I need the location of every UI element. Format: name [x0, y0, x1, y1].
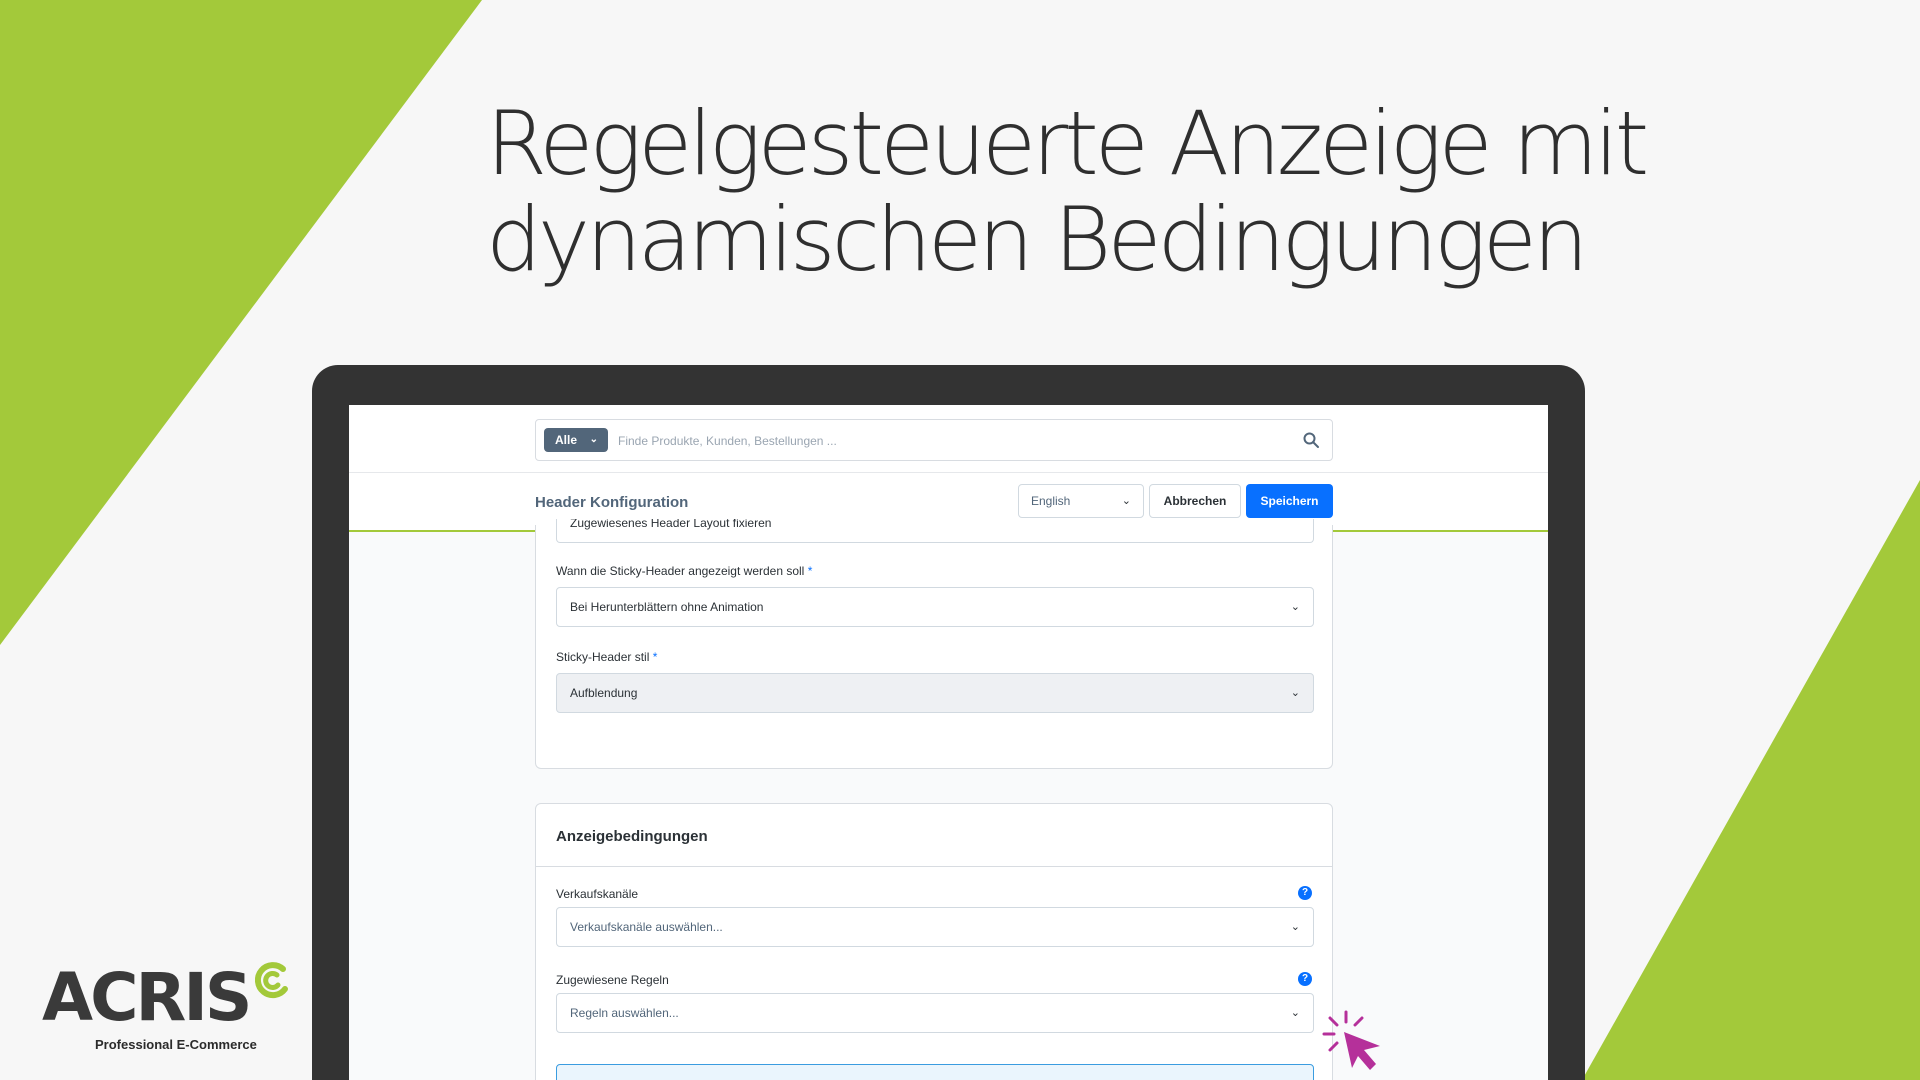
- required-marker: *: [652, 650, 658, 664]
- sticky-when-select[interactable]: Bei Herunterblättern ohne Animation ⌄: [556, 587, 1314, 627]
- green-triangle-right: [1582, 480, 1920, 1080]
- sticky-style-label: Sticky-Header stil *: [556, 650, 657, 664]
- card-header: Anzeigebedingungen: [536, 804, 1332, 867]
- save-button[interactable]: Speichern: [1246, 484, 1333, 518]
- sticky-style-select[interactable]: Aufblendung ⌄: [556, 673, 1314, 713]
- mouse-cursor-icon: [1322, 1010, 1380, 1070]
- top-search-bar: Alle ⌄: [349, 405, 1548, 473]
- sales-channels-select[interactable]: Verkaufskanäle auswählen... ⌄: [556, 907, 1314, 947]
- logo-tagline: Professional E-Commerce: [95, 1037, 257, 1052]
- sales-channels-placeholder: Verkaufskanäle auswählen...: [570, 920, 723, 934]
- logo-wordmark: ACRIS: [42, 959, 252, 1036]
- layout-settings-card: Zugewiesenes Header Layout fixieren Wann…: [535, 519, 1333, 769]
- help-icon[interactable]: ?: [1298, 886, 1312, 900]
- required-marker: *: [807, 564, 813, 578]
- language-switch[interactable]: English ⌄: [1018, 484, 1144, 518]
- page-headline: Regelgesteuerte Anzeige mit dynamischen …: [486, 96, 1686, 288]
- global-search: Alle ⌄: [535, 419, 1333, 461]
- header-layout-select[interactable]: Zugewiesenes Header Layout fixieren: [556, 519, 1314, 543]
- search-icon[interactable]: [1302, 431, 1320, 449]
- headline-line-2: dynamischen Bedingungen: [486, 188, 1589, 291]
- search-scope-label: Alle: [555, 433, 578, 447]
- chevron-down-icon: ⌄: [1121, 495, 1131, 507]
- sticky-when-label-text: Wann die Sticky-Header angezeigt werden …: [556, 564, 805, 578]
- sales-channels-label: Verkaufskanäle: [556, 887, 639, 901]
- info-alert: [556, 1064, 1314, 1080]
- page-title: Header Konfiguration: [535, 494, 689, 511]
- assigned-rules-label: Zugewiesene Regeln: [556, 973, 669, 987]
- sticky-style-label-text: Sticky-Header stil: [556, 650, 650, 664]
- chevron-down-icon: ⌄: [1290, 601, 1300, 613]
- acris-logo: ACRIS Professional E-Commerce: [42, 959, 302, 1055]
- header-layout-value: Zugewiesenes Header Layout fixieren: [570, 519, 772, 530]
- chevron-down-icon: ⌄: [589, 434, 598, 445]
- sticky-style-value: Aufblendung: [570, 686, 638, 700]
- admin-screen: Alle ⌄ Header Konfiguration English ⌄ Ab…: [349, 405, 1548, 1080]
- headline-line-1: Regelgesteuerte Anzeige mit: [486, 92, 1649, 195]
- sticky-when-value: Bei Herunterblättern ohne Animation: [570, 600, 764, 614]
- search-scope-dropdown[interactable]: Alle ⌄: [544, 428, 608, 452]
- display-conditions-card: Anzeigebedingungen Verkaufskanäle ? Verk…: [535, 803, 1333, 1080]
- chevron-down-icon: ⌄: [1290, 1007, 1300, 1019]
- assigned-rules-placeholder: Regeln auswählen...: [570, 1006, 679, 1020]
- chevron-down-icon: ⌄: [1290, 687, 1300, 699]
- assigned-rules-select[interactable]: Regeln auswählen... ⌄: [556, 993, 1314, 1033]
- logo-swirl-icon: [254, 962, 288, 999]
- sticky-when-label: Wann die Sticky-Header angezeigt werden …: [556, 564, 812, 578]
- search-input[interactable]: [618, 428, 1258, 454]
- cancel-button[interactable]: Abbrechen: [1149, 484, 1241, 518]
- language-value: English: [1031, 494, 1071, 508]
- help-icon[interactable]: ?: [1298, 972, 1312, 986]
- chevron-down-icon: ⌄: [1290, 921, 1300, 933]
- card-title: Anzeigebedingungen: [556, 828, 708, 845]
